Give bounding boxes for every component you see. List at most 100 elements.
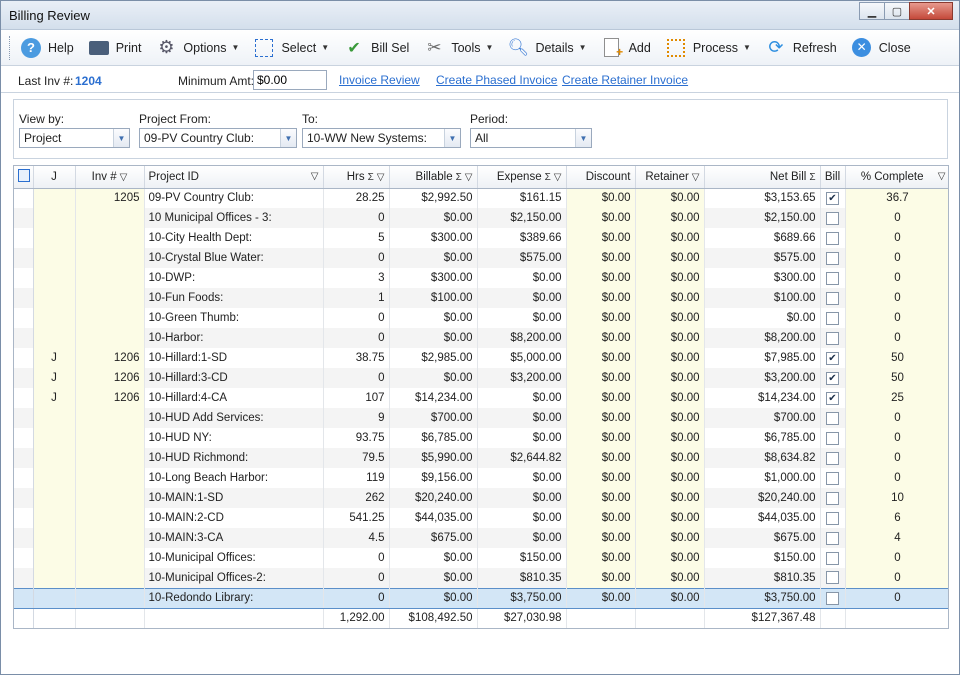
table-row[interactable]: 10-Municipal Offices-2: 0 $0.00 $810.35 $0.0… <box>14 568 948 588</box>
bill-checkbox[interactable] <box>826 431 839 445</box>
caret-down-icon[interactable]: ▼ <box>579 43 587 52</box>
row-indicator[interactable] <box>14 388 34 408</box>
bill-checkbox[interactable] <box>826 551 839 565</box>
table-row[interactable]: 10-MAIN:3-CA 4.5 $675.00 $0.00 $0.00 $0.00 $67… <box>14 528 948 548</box>
table-row[interactable]: 10-Green Thumb: 0 $0.00 $0.00 $0.00 $0.00 $0.0… <box>14 308 948 328</box>
column-header-project-id[interactable]: Project ID ▽ <box>144 166 324 189</box>
row-indicator[interactable] <box>14 368 34 388</box>
table-row[interactable]: J 1206 10-Hillard:1-SD 38.75 $2,985.00 $5,000… <box>14 348 948 368</box>
bill-checkbox[interactable] <box>826 471 839 485</box>
column-header-inv[interactable]: Inv # ▽ <box>75 166 145 189</box>
bill-checkbox[interactable] <box>826 231 839 245</box>
row-indicator[interactable] <box>14 288 34 308</box>
chevron-down-icon[interactable]: ▼ <box>113 129 129 147</box>
tools-button[interactable]: ✂ Tools ▼ <box>423 37 493 59</box>
period-select[interactable]: All ▼ <box>470 128 592 148</box>
help-button[interactable]: ? Help <box>20 37 74 59</box>
row-indicator[interactable] <box>14 408 34 428</box>
bill-checkbox[interactable] <box>826 491 839 505</box>
bill-sel-button[interactable]: ✔ Bill Sel <box>343 37 409 59</box>
filter-icon[interactable]: ▽ <box>692 172 700 183</box>
row-indicator[interactable] <box>14 328 34 348</box>
table-row[interactable]: J 1206 10-Hillard:4-CA 107 $14,234.00 $0.00 $0… <box>14 388 948 408</box>
column-header-retainer[interactable]: Retainer ▽ <box>635 166 705 189</box>
table-row[interactable]: 10-Fun Foods: 1 $100.00 $0.00 $0.00 $0.00 $100… <box>14 288 948 308</box>
table-row[interactable]: 10-HUD NY: 93.75 $6,785.00 $0.00 $0.00 $0.00 $… <box>14 428 948 448</box>
bill-checkbox[interactable] <box>826 211 839 225</box>
row-indicator[interactable] <box>14 268 34 288</box>
maximize-button[interactable]: ▢ <box>884 2 910 20</box>
toolbar-grip[interactable] <box>9 35 12 60</box>
sum-icon[interactable]: Σ <box>809 172 815 183</box>
column-header-j[interactable]: J <box>33 166 76 189</box>
row-indicator[interactable] <box>14 248 34 268</box>
minimum-amt-input[interactable] <box>253 70 327 90</box>
bill-checkbox[interactable] <box>826 251 839 265</box>
caret-down-icon[interactable]: ▼ <box>321 43 329 52</box>
table-row[interactable]: 10-MAIN:1-SD 262 $20,240.00 $0.00 $0.00 $0.00… <box>14 488 948 508</box>
filter-icon[interactable]: ▽ <box>465 172 473 183</box>
table-row[interactable]: 10-MAIN:2-CD 541.25 $44,035.00 $0.00 $0.00 $0… <box>14 508 948 528</box>
project-from-select[interactable]: 09-PV Country Club: ▼ <box>139 128 297 148</box>
bill-checkbox[interactable] <box>826 531 839 545</box>
bill-checkbox[interactable] <box>826 411 839 425</box>
table-row[interactable]: 1205 09-PV Country Club: 28.25 $2,992.50 $16… <box>14 188 948 208</box>
table-row[interactable]: 10-Crystal Blue Water: 0 $0.00 $575.00 $0.00… <box>14 248 948 268</box>
print-button[interactable]: Print <box>88 37 141 59</box>
bill-checkbox[interactable] <box>826 311 839 325</box>
row-indicator[interactable] <box>14 428 34 448</box>
invoice-review-link[interactable]: Invoice Review <box>339 73 420 87</box>
table-row[interactable]: 10 Municipal Offices - 3: 0 $0.00 $2,150.00… <box>14 208 948 228</box>
filter-icon[interactable]: ▽ <box>938 171 946 182</box>
bill-checkbox[interactable] <box>826 391 839 405</box>
sum-icon[interactable]: Σ <box>545 172 551 183</box>
row-indicator[interactable] <box>14 188 34 208</box>
sum-icon[interactable]: Σ <box>456 172 462 183</box>
sum-icon[interactable]: Σ <box>368 172 374 183</box>
bill-checkbox[interactable] <box>826 271 839 285</box>
column-header-expense[interactable]: Expense Σ ▽ <box>477 166 567 189</box>
refresh-button[interactable]: ⟳ Refresh <box>765 37 836 59</box>
table-row[interactable]: 10-Long Beach Harbor: 119 $9,156.00 $0.00 $0… <box>14 468 948 488</box>
close-window-button[interactable]: ✕ <box>909 2 953 20</box>
column-header-hrs[interactable]: Hrs Σ ▽ <box>323 166 390 189</box>
bill-checkbox[interactable] <box>826 451 839 465</box>
row-indicator[interactable] <box>14 308 34 328</box>
create-retainer-invoice-link[interactable]: Create Retainer Invoice <box>562 73 688 87</box>
filter-icon[interactable]: ▽ <box>554 172 562 183</box>
row-indicator[interactable] <box>14 548 34 568</box>
bill-checkbox[interactable] <box>826 591 839 605</box>
caret-down-icon[interactable]: ▼ <box>232 43 240 52</box>
process-button[interactable]: Process ▼ <box>665 37 751 59</box>
bill-checkbox[interactable] <box>826 371 839 385</box>
row-indicator[interactable] <box>14 228 34 248</box>
row-indicator[interactable] <box>14 528 34 548</box>
table-row[interactable]: 10-HUD Richmond: 79.5 $5,990.00 $2,644.82 $0… <box>14 448 948 468</box>
table-row[interactable]: 10-DWP: 3 $300.00 $0.00 $0.00 $0.00 $300.00 0 <box>14 268 948 288</box>
row-indicator[interactable] <box>14 468 34 488</box>
to-select[interactable]: 10-WW New Systems: ▼ <box>302 128 461 148</box>
minimize-button[interactable]: ▁ <box>859 2 885 20</box>
bill-checkbox[interactable] <box>826 511 839 525</box>
chevron-down-icon[interactable]: ▼ <box>444 129 460 147</box>
view-by-select[interactable]: Project ▼ <box>19 128 130 148</box>
row-indicator[interactable] <box>14 508 34 528</box>
bill-checkbox[interactable] <box>826 291 839 305</box>
column-header-bill[interactable]: Bill <box>820 166 846 189</box>
close-button[interactable]: ✕ Close <box>851 37 911 59</box>
filter-icon[interactable]: ▽ <box>311 171 319 182</box>
column-header-discount[interactable]: Discount <box>566 166 636 189</box>
column-chooser-icon[interactable] <box>14 166 34 189</box>
row-indicator[interactable] <box>14 488 34 508</box>
row-indicator[interactable] <box>14 448 34 468</box>
table-row[interactable]: 10-Harbor: 0 $0.00 $8,200.00 $0.00 $0.00 $8,20… <box>14 328 948 348</box>
row-indicator[interactable] <box>14 208 34 228</box>
options-button[interactable]: ⚙ Options ▼ <box>155 37 239 59</box>
chevron-down-icon[interactable]: ▼ <box>280 129 296 147</box>
table-row[interactable]: J 1206 10-Hillard:3-CD 0 $0.00 $3,200.00 $0.00… <box>14 368 948 388</box>
row-indicator[interactable] <box>14 568 34 588</box>
bill-checkbox[interactable] <box>826 331 839 345</box>
caret-down-icon[interactable]: ▼ <box>486 43 494 52</box>
bill-checkbox[interactable] <box>826 571 839 585</box>
chevron-down-icon[interactable]: ▼ <box>575 129 591 147</box>
